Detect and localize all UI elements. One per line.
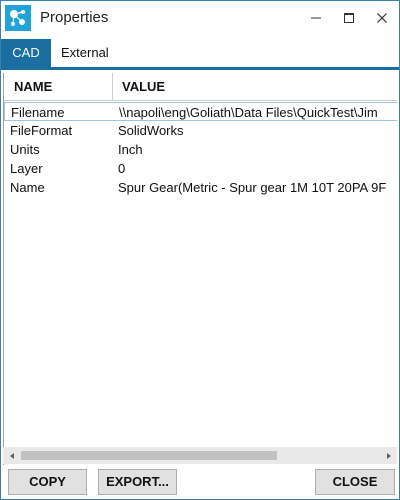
row-name: Name <box>10 180 45 195</box>
table-row-filename[interactable]: Filename \\napoli\eng\Goliath\Data Files… <box>4 102 397 121</box>
column-header-value[interactable]: VALUE <box>122 73 165 101</box>
horizontal-scrollbar[interactable] <box>3 447 397 464</box>
close-button[interactable]: CLOSE <box>315 469 395 495</box>
tab-underline <box>1 67 399 70</box>
table-row-units[interactable]: Units Inch <box>4 140 397 159</box>
close-icon <box>377 13 387 23</box>
title-bar[interactable]: Properties <box>1 1 399 35</box>
properties-window: Properties CAD External NAME VALUE Filen… <box>0 0 400 500</box>
tab-cad[interactable]: CAD <box>1 39 51 67</box>
row-name: FileFormat <box>10 123 73 138</box>
chevron-right-icon <box>386 452 391 459</box>
row-value: Spur Gear(Metric - Spur gear 1M 10T 20PA… <box>118 180 387 195</box>
grid-header: NAME VALUE <box>4 73 397 101</box>
maximize-icon <box>344 13 354 23</box>
scrollbar-thumb[interactable] <box>21 451 277 460</box>
tab-external[interactable]: External <box>51 39 119 67</box>
row-name: Layer <box>10 161 43 176</box>
tab-bar: CAD External <box>1 39 399 67</box>
export-button[interactable]: EXPORT... <box>98 469 177 495</box>
window-title: Properties <box>40 9 109 26</box>
properties-grid[interactable]: NAME VALUE Filename \\napoli\eng\Goliath… <box>3 73 397 465</box>
row-value: 0 <box>118 161 126 176</box>
copy-button[interactable]: COPY <box>8 469 87 495</box>
minimize-button[interactable] <box>299 1 333 35</box>
column-divider[interactable] <box>112 73 113 101</box>
minimize-icon <box>311 17 321 19</box>
row-value: \\napoli\eng\Goliath\Data Files\QuickTes… <box>119 105 378 120</box>
molecule-app-icon <box>5 5 31 31</box>
row-value: Inch <box>118 142 143 157</box>
table-row-fileformat[interactable]: FileFormat SolidWorks <box>4 121 397 140</box>
row-name: Units <box>10 142 40 157</box>
row-name: Filename <box>11 105 65 120</box>
table-row-layer[interactable]: Layer 0 <box>4 159 397 178</box>
scroll-left-button[interactable] <box>3 447 20 464</box>
close-window-button[interactable] <box>365 1 399 35</box>
column-header-name[interactable]: NAME <box>14 73 52 101</box>
table-row-name[interactable]: Name Spur Gear(Metric - Spur gear 1M 10T… <box>4 178 397 197</box>
chevron-left-icon <box>9 452 14 459</box>
maximize-button[interactable] <box>332 1 366 35</box>
scroll-right-button[interactable] <box>380 447 397 464</box>
row-value: SolidWorks <box>118 123 184 138</box>
